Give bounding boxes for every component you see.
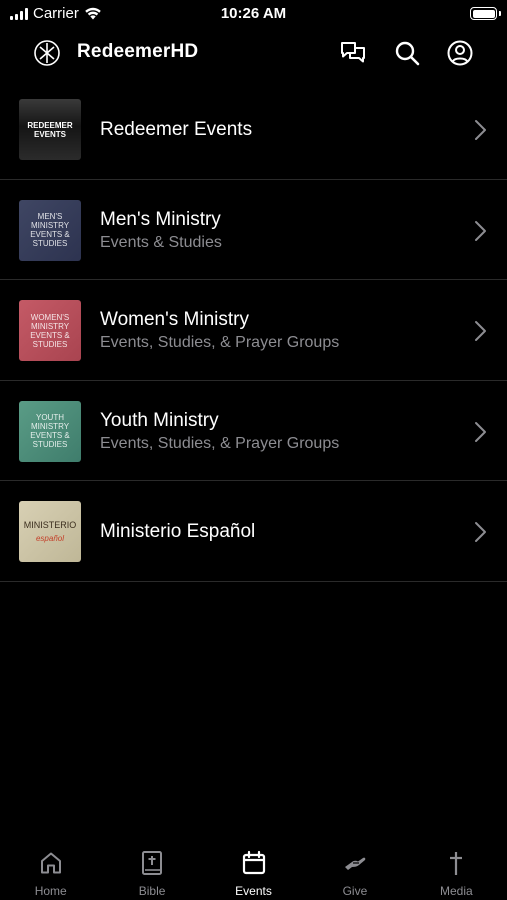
item-subtitle: Events & Studies	[100, 233, 222, 251]
status-bar: Carrier 10:26 AM	[0, 0, 507, 28]
status-time: 10:26 AM	[220, 5, 287, 22]
tab-home[interactable]: Home	[0, 840, 101, 900]
tab-bible[interactable]: Bible	[101, 840, 202, 900]
thumb-text: REDEEMER EVENTS	[27, 120, 73, 139]
account-circle-icon	[447, 40, 473, 66]
search-button[interactable]	[392, 38, 422, 68]
tab-give[interactable]: Give	[304, 840, 405, 900]
chevron-right-icon	[475, 220, 486, 241]
tab-bar: Home Bible Events Give Media	[0, 840, 507, 900]
chevron-right-icon	[475, 522, 486, 542]
item-title: Women's Ministry	[100, 309, 249, 330]
chat-button[interactable]	[338, 38, 368, 68]
tab-label: Give	[342, 884, 368, 898]
thumb-text: MINISTERIO	[23, 519, 77, 530]
list-item-youth-ministry[interactable]: YOUTH MINISTRY EVENTS & STUDIES Youth Mi…	[0, 381, 507, 481]
thumb-text: MEN'S MINISTRY EVENTS & STUDIES	[30, 212, 70, 248]
list-item-redeemer-events[interactable]: REDEEMER EVENTS Redeemer Events	[0, 79, 507, 180]
bible-icon	[142, 851, 163, 875]
tab-label: Bible	[138, 884, 166, 898]
search-icon	[395, 41, 420, 66]
item-subtitle: Events, Studies, & Prayer Groups	[100, 334, 340, 351]
list-item-womens-ministry[interactable]: WOMEN'S MINISTRY EVENTS & STUDIES Women'…	[0, 280, 507, 381]
cross-icon	[450, 852, 463, 875]
tab-label: Events	[235, 884, 272, 898]
item-title: Redeemer Events	[100, 119, 253, 140]
womens-ministry-thumbnail: WOMEN'S MINISTRY EVENTS & STUDIES	[19, 300, 81, 361]
youth-ministry-thumbnail: YOUTH MINISTRY EVENTS & STUDIES	[19, 400, 81, 462]
chevron-right-icon	[475, 321, 486, 341]
list-item-mens-ministry[interactable]: MEN'S MINISTRY EVENTS & STUDIES Men's Mi…	[0, 180, 507, 280]
chat-bubbles-icon	[341, 42, 365, 63]
item-title: Men's Ministry	[100, 208, 221, 230]
chevron-right-icon	[475, 421, 486, 442]
item-title: Ministerio Español	[100, 521, 256, 542]
thumb-text: YOUTH MINISTRY EVENTS & STUDIES	[30, 413, 70, 449]
tab-label: Media	[439, 884, 473, 898]
chevron-right-icon	[475, 120, 486, 140]
account-button[interactable]	[445, 38, 475, 68]
ministerio-espanol-thumbnail: MINISTERIO español	[19, 501, 81, 562]
app-title: RedeemerHD	[77, 41, 199, 62]
item-subtitle: Events, Studies, & Prayer Groups	[100, 434, 340, 452]
calendar-icon	[242, 850, 265, 875]
ministry-list: REDEEMER EVENTS Redeemer Events MEN'S MI…	[0, 79, 507, 582]
tab-events[interactable]: Events	[203, 840, 304, 900]
tab-media[interactable]: Media	[406, 840, 507, 900]
mens-ministry-thumbnail: MEN'S MINISTRY EVENTS & STUDIES	[19, 199, 81, 261]
redeemer-logo-icon	[34, 40, 60, 66]
thumb-text: WOMEN'S MINISTRY EVENTS & STUDIES	[30, 312, 70, 349]
app-header: RedeemerHD	[0, 28, 507, 78]
redeemer-events-thumbnail: REDEEMER EVENTS	[19, 99, 81, 160]
battery-icon	[470, 7, 497, 20]
tab-label: Home	[34, 884, 67, 898]
give-hand-icon	[344, 857, 366, 870]
item-title: Youth Ministry	[100, 409, 219, 431]
home-icon	[40, 852, 61, 874]
battery-tip	[499, 11, 501, 16]
thumb-text-secondary: español	[35, 533, 65, 543]
list-item-ministerio-espanol[interactable]: MINISTERIO español Ministerio Español	[0, 481, 507, 582]
